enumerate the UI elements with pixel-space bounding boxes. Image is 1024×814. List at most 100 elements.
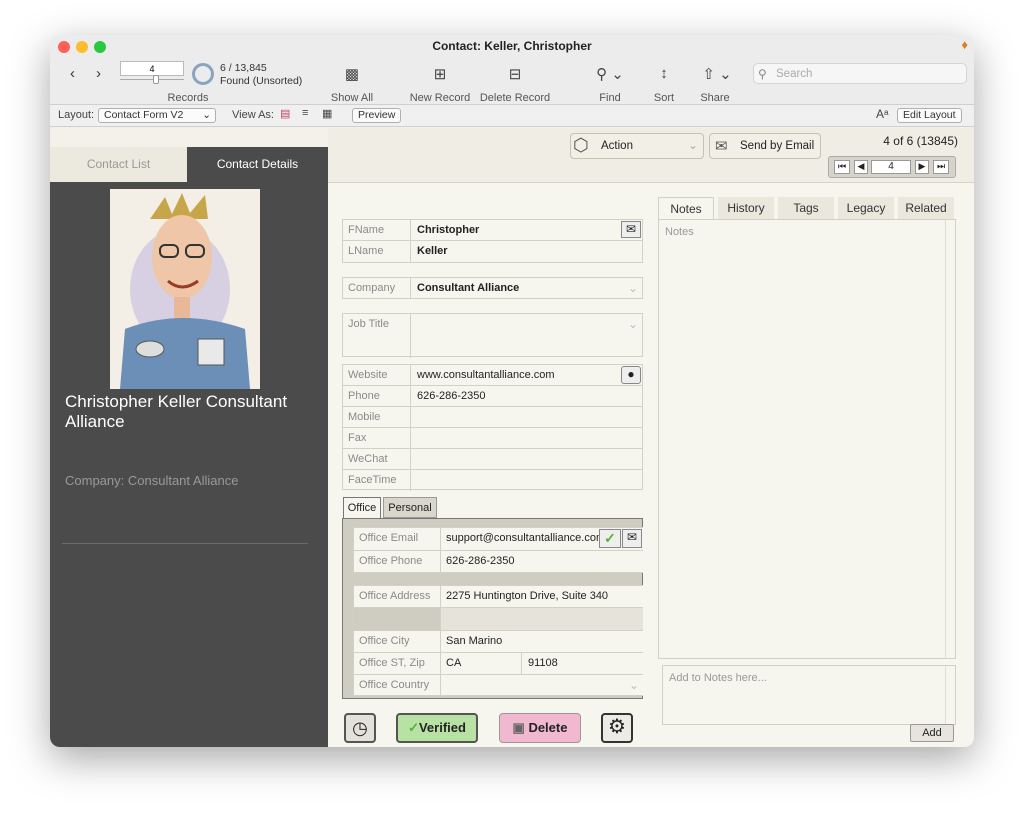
tab-office[interactable]: Office: [343, 497, 381, 519]
search-icon: ⚲: [758, 67, 767, 81]
previous-record-icon[interactable]: ‹: [70, 65, 75, 82]
sort-button[interactable]: Sort: [654, 92, 674, 104]
office-location-box: Office City San Marino Office ST, Zip CA 9…: [353, 630, 643, 697]
add-notes-input[interactable]: Add to Notes here...: [662, 665, 956, 725]
form-view-icon[interactable]: ▤: [280, 107, 290, 120]
sort-icon[interactable]: ↕: [660, 65, 668, 82]
company-label: Company: [343, 278, 411, 299]
facetime-label: FaceTime: [343, 470, 411, 491]
lname-field[interactable]: Keller: [417, 245, 448, 257]
delete-record-button[interactable]: Delete Record: [480, 92, 550, 104]
delete-button[interactable]: ▣ Delete: [499, 713, 581, 743]
share-button[interactable]: Share: [700, 92, 729, 104]
layout-select[interactable]: Contact Form V2 ⌄: [98, 108, 216, 123]
fname-label: FName: [343, 220, 411, 240]
lname-label: LName: [343, 241, 411, 262]
table-view-icon[interactable]: ▦: [322, 107, 332, 120]
chevron-down-icon[interactable]: ⌄: [628, 281, 638, 295]
record-position: 4 of 6 (13845): [883, 134, 958, 148]
list-view-icon[interactable]: ≡: [302, 107, 308, 119]
name-box: FName Christopher ✉ LName Keller: [342, 219, 643, 263]
checkmark-icon[interactable]: ✓: [599, 529, 621, 548]
found-set-pie-icon: [192, 63, 214, 85]
add-note-button[interactable]: Add: [910, 724, 954, 742]
envelope-icon[interactable]: ✉: [622, 529, 642, 548]
job-title-label: Job Title: [343, 314, 411, 358]
office-phone-field[interactable]: 626-286-2350: [446, 555, 515, 567]
show-all-icon[interactable]: ▩: [345, 65, 359, 83]
mobile-label: Mobile: [343, 407, 411, 427]
record-slider[interactable]: [120, 75, 184, 85]
view-as-label: View As:: [232, 109, 274, 121]
tab-tags[interactable]: Tags: [778, 197, 834, 219]
tab-contact-list[interactable]: Contact List: [50, 147, 187, 182]
office-city-field[interactable]: San Marino: [446, 635, 502, 647]
wechat-label: WeChat: [343, 449, 411, 469]
phone-field[interactable]: 626-286-2350: [417, 390, 486, 402]
record-navigator: ⏮ ◀ 4 ▶ ⏭: [828, 156, 956, 178]
share-icon[interactable]: ⇧ ⌄: [702, 65, 731, 83]
tab-history[interactable]: History: [718, 197, 774, 219]
office-city-label: Office City: [354, 631, 441, 652]
notes-scrollbar[interactable]: [945, 220, 955, 658]
office-email-label: Office Email: [354, 528, 441, 550]
tab-legacy[interactable]: Legacy: [838, 197, 894, 219]
layout-bar: Layout: Contact Form V2 ⌄ View As: ▤ ≡ ▦ …: [50, 105, 974, 127]
new-record-icon[interactable]: ⊞: [434, 65, 447, 83]
gear-icon[interactable]: ⚙: [601, 713, 633, 743]
send-email-button[interactable]: ✉ Send by Email: [709, 133, 821, 159]
notes-display[interactable]: Notes: [658, 219, 956, 659]
new-record-button[interactable]: New Record: [410, 92, 471, 104]
clock-icon[interactable]: ◷: [344, 713, 376, 743]
trash-icon: ▣: [512, 720, 529, 735]
next-record-icon[interactable]: ▶: [915, 160, 929, 174]
contact-name-company: Christopher Keller Consultant Alliance: [65, 392, 288, 431]
contact-methods-box: Website www.consultantalliance.com ● Phon…: [342, 364, 643, 491]
record-number-input[interactable]: [120, 61, 184, 76]
chevron-down-icon: ⌄: [687, 138, 698, 152]
nav-record-input[interactable]: 4: [871, 160, 911, 174]
office-zip-field[interactable]: 91108: [528, 657, 558, 669]
website-field[interactable]: www.consultantalliance.com: [417, 369, 555, 381]
search-placeholder: Search: [776, 68, 813, 80]
layout-label: Layout:: [58, 109, 95, 121]
find-icon[interactable]: ⚲ ⌄: [596, 65, 624, 83]
office-panel: Office Email support@consultantalliance.c…: [342, 518, 643, 699]
last-record-icon[interactable]: ⏭: [933, 160, 949, 174]
tab-contact-details[interactable]: Contact Details: [187, 147, 328, 182]
company-box: Company Consultant Alliance ⌄: [342, 277, 643, 299]
chevron-down-icon[interactable]: ⌄: [628, 317, 638, 331]
lock-icon: ♦: [961, 37, 968, 52]
chevron-down-icon[interactable]: ⌄: [629, 678, 639, 692]
text-format-icon[interactable]: Aᵃ: [876, 107, 888, 121]
first-record-icon[interactable]: ⏮: [834, 160, 850, 174]
fname-field[interactable]: Christopher: [417, 224, 479, 236]
preview-button[interactable]: Preview: [352, 108, 402, 123]
verified-button[interactable]: ✓Verified: [396, 713, 478, 743]
office-email-field[interactable]: support@consultantalliance.com: [446, 532, 606, 544]
show-all-button[interactable]: Show All: [331, 92, 373, 104]
email-icon[interactable]: ✉: [621, 221, 641, 238]
office-address-box: Office Address 2275 Huntington Drive, Sui…: [353, 585, 643, 630]
contact-photo[interactable]: [110, 189, 260, 389]
add-notes-scrollbar[interactable]: [945, 666, 955, 724]
contact-sidebar: Contact List Contact Details Christopher…: [50, 147, 328, 747]
office-state-field[interactable]: CA: [446, 657, 461, 669]
tab-personal[interactable]: Personal: [383, 497, 437, 518]
tab-notes[interactable]: Notes: [658, 197, 714, 219]
app-window: Contact: Keller, Christopher ♦ ‹ › 6 / 1…: [50, 35, 974, 747]
toolbar: Contact: Keller, Christopher ♦ ‹ › 6 / 1…: [50, 35, 974, 105]
search-field[interactable]: ⚲ Search: [753, 63, 967, 84]
window-title: Contact: Keller, Christopher: [432, 39, 592, 53]
edit-layout-button[interactable]: Edit Layout: [897, 108, 962, 123]
checkmark-icon: ✓: [408, 720, 419, 735]
prev-record-icon[interactable]: ◀: [854, 160, 868, 174]
delete-record-icon[interactable]: ⊟: [509, 65, 522, 83]
next-record-icon[interactable]: ›: [96, 65, 101, 82]
company-field[interactable]: Consultant Alliance: [417, 282, 519, 294]
action-menu[interactable]: ⬡ Action ⌄: [570, 133, 704, 159]
find-button[interactable]: Find: [599, 92, 620, 104]
office-address-field[interactable]: 2275 Huntington Drive, Suite 340: [446, 590, 608, 602]
globe-icon[interactable]: ●: [621, 366, 641, 384]
tab-related[interactable]: Related: [898, 197, 954, 219]
